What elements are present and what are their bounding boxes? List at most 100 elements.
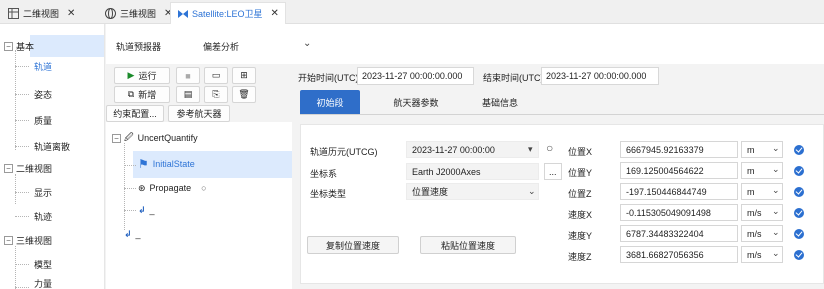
copy-label: 复制位置速度 <box>325 240 380 251</box>
copy-posvel-button[interactable]: 复制位置速度 <box>307 236 399 254</box>
mission-node-return-root[interactable]: ↲ _ <box>124 224 141 244</box>
tree-item-orbit[interactable]: 轨道 <box>34 56 52 76</box>
tab-3d-view[interactable]: 三维视图 ✕ <box>99 2 178 24</box>
chevron-down-icon[interactable]: ▾ <box>528 144 533 155</box>
chevron-down-icon[interactable]: ⌄ <box>772 227 780 238</box>
tree-group-label: 基本 <box>16 41 35 52</box>
coord-system-label: 坐标系 <box>310 169 338 179</box>
tree-item-model[interactable]: 模型 <box>34 254 52 274</box>
tree-item-label: 轨迹 <box>34 211 53 222</box>
collapse-icon[interactable]: − <box>112 133 121 143</box>
tab-initial-segment[interactable]: 初始段 <box>300 90 360 114</box>
tree-item-orbit-discrete[interactable]: 轨道离散 <box>34 136 70 156</box>
ref-spacecraft-label: 参考航天器 <box>176 109 222 119</box>
new-button[interactable]: ⧉ 新增 <box>114 86 170 103</box>
mission-node-return[interactable]: ↲ _ <box>138 200 155 220</box>
chevron-down-icon[interactable]: ⌄ <box>772 248 780 259</box>
collapse-icon[interactable]: − <box>4 235 13 245</box>
node-label: Propagate <box>149 183 192 193</box>
check-icon[interactable] <box>794 229 804 239</box>
chevron-down-icon[interactable]: ⌄ <box>772 143 780 154</box>
paste-button[interactable]: ⎘ <box>204 86 228 103</box>
tree-line <box>15 192 29 193</box>
radio-icon[interactable]: ○ <box>546 141 553 155</box>
vel-z-input[interactable]: 3681.66827056356 <box>620 246 738 263</box>
coord-type-select[interactable]: 位置速度 <box>406 183 539 200</box>
mission-node-initialstate[interactable]: ⚑ InitialState <box>138 154 195 174</box>
check-icon[interactable] <box>794 187 804 197</box>
pos-y-input[interactable]: 169.125004564622 <box>620 162 738 179</box>
check-icon[interactable] <box>794 145 804 155</box>
chevron-down-icon[interactable]: ⌄ <box>772 164 780 175</box>
wand-icon: 🖉 <box>124 132 134 142</box>
chevron-down-icon[interactable]: ⌄ <box>528 186 536 197</box>
trash-icon: 🗑 <box>238 89 250 99</box>
start-time-input[interactable]: 2023-11-27 00:00:00.000 <box>357 67 474 85</box>
chevron-down-icon[interactable]: ⌄ <box>772 206 780 217</box>
stop-icon: ■ <box>185 70 191 81</box>
constraint-config-button[interactable]: 约束配置... <box>106 105 164 122</box>
chevron-down-icon[interactable]: ⌄ <box>772 185 780 196</box>
chevron-down-icon[interactable]: ⌄ <box>303 38 311 49</box>
tab-satellite[interactable]: Satellite:LEO卫星 ✕ <box>170 2 286 24</box>
tree-item-attitude[interactable]: 姿态 <box>34 84 52 104</box>
save-button[interactable]: ▤ <box>176 86 200 103</box>
unit-value: m <box>747 144 755 155</box>
tab-label: 三维视图 <box>120 8 157 19</box>
row-label: 速度X <box>568 210 593 220</box>
propagator-select[interactable]: 偏差分析 <box>203 40 239 53</box>
row-value: -197.150446844749 <box>626 186 707 197</box>
row-label: 位置Y <box>568 168 593 178</box>
close-icon[interactable]: ✕ <box>271 8 279 19</box>
check-icon[interactable] <box>794 166 804 176</box>
row-value: -0.115305049091498 <box>626 207 711 218</box>
epoch-input[interactable]: 2023-11-27 00:00:00 <box>406 141 539 158</box>
coord-browse-button[interactable]: ... <box>544 163 562 180</box>
collapse-icon[interactable]: − <box>4 163 13 173</box>
tab-2d-view[interactable]: 二维视图 ✕ <box>2 2 81 24</box>
delete-button[interactable]: 🗑 <box>232 86 256 103</box>
run-button[interactable]: ▶ 运行 <box>114 67 170 84</box>
pos-z-input[interactable]: -197.150446844749 <box>620 183 738 200</box>
row-label: 位置Z <box>568 189 592 199</box>
propagator-label: 轨道预报器 <box>116 42 162 52</box>
tree-item-mass[interactable]: 质量 <box>34 110 52 130</box>
return-icon: ↲ <box>124 228 132 239</box>
tree-group-3d[interactable]: − 三维视图 <box>4 230 52 250</box>
tree-group-basic[interactable]: − 基本 <box>4 36 34 56</box>
tree-line <box>15 174 16 204</box>
vel-y-input[interactable]: 6787.34483322404 <box>620 225 738 242</box>
radio-icon[interactable]: ○ <box>201 183 206 193</box>
tree-item-display[interactable]: 显示 <box>34 182 52 202</box>
collapse-icon[interactable]: − <box>4 41 13 51</box>
end-time-input[interactable]: 2023-11-27 00:00:00.000 <box>541 67 659 85</box>
monitor-button[interactable]: ▭ <box>204 67 228 84</box>
pos-x-input[interactable]: 6667945.92163379 <box>620 141 738 158</box>
tree-line <box>15 246 16 289</box>
stop-button[interactable]: ■ <box>176 67 200 84</box>
return-icon: ↲ <box>138 204 146 215</box>
row-value: 6667945.92163379 <box>626 144 704 155</box>
paste-posvel-button[interactable]: 粘贴位置速度 <box>420 236 516 254</box>
tree-line <box>15 146 29 147</box>
mission-node-uncertquantify[interactable]: − 🖉 UncertQuantify <box>112 128 198 148</box>
ref-spacecraft-button[interactable]: 参考航天器 <box>168 105 230 122</box>
check-icon[interactable] <box>794 250 804 260</box>
vel-x-input[interactable]: -0.115305049091498 <box>620 204 738 221</box>
subtab-divider <box>300 114 824 115</box>
check-icon[interactable] <box>794 208 804 218</box>
tree-item-label: 轨道离散 <box>34 141 71 152</box>
paste-icon: ⎘ <box>212 89 220 99</box>
tab-spacecraft-params[interactable]: 航天器参数 <box>386 90 446 114</box>
tab-basic-info[interactable]: 基础信息 <box>470 90 530 114</box>
save-icon: ▤ <box>183 89 193 99</box>
grid-button[interactable]: ⊞ <box>232 67 256 84</box>
tab-label: 二维视图 <box>23 8 60 19</box>
mission-node-propagate[interactable]: ⊛ Propagate ○ <box>138 178 207 198</box>
tree-group-2d[interactable]: − 二维视图 <box>4 158 52 178</box>
grid-icon <box>8 7 19 19</box>
close-icon[interactable]: ✕ <box>67 8 75 19</box>
tree-item-track[interactable]: 轨迹 <box>34 206 52 226</box>
tree-item-power[interactable]: 力量 <box>34 278 52 289</box>
tree-selection <box>30 35 104 57</box>
